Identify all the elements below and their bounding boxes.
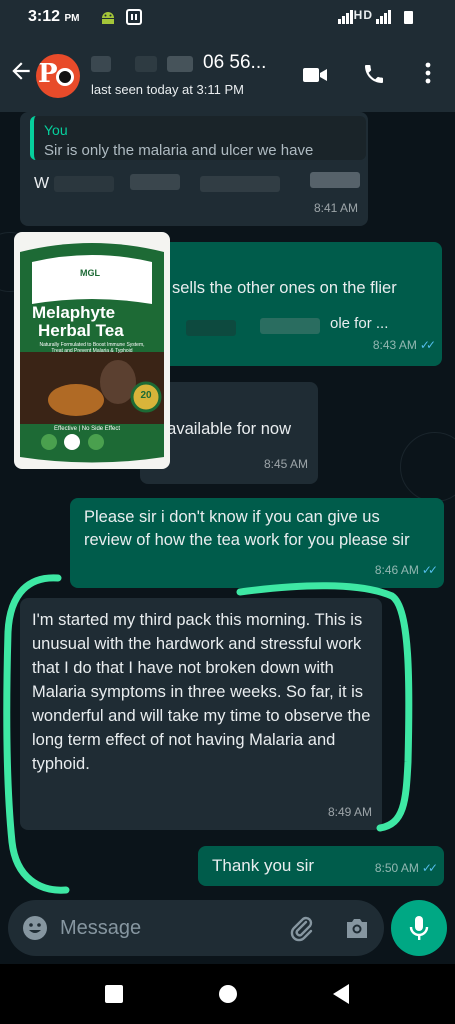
redacted-block — [310, 172, 360, 188]
mic-icon — [409, 916, 429, 940]
message-meta: 8:43 AM ✓✓ — [372, 334, 436, 357]
message-input[interactable] — [60, 914, 260, 942]
attach-icon[interactable] — [288, 914, 314, 942]
redacted-block — [135, 56, 157, 72]
sim-icon — [126, 9, 142, 25]
redacted-block — [260, 318, 320, 334]
message-text: Please sir i don't know if you can give … — [84, 508, 410, 549]
message-time: 8:45 AM — [263, 457, 308, 471]
product-brand: MGL — [80, 268, 100, 278]
status-time: 3:12 PM — [28, 8, 80, 25]
message-meta: 8:50 AM ✓✓ — [374, 857, 438, 880]
message-time: 8:41 AM — [313, 201, 358, 215]
product-title-2: Herbal Tea — [38, 321, 124, 340]
wallpaper-doodle — [400, 432, 455, 502]
status-bar: 3:12 PM HD — [0, 0, 455, 34]
product-image[interactable]: MGL Melaphyte Herbal Tea Naturally Formu… — [14, 232, 170, 469]
message-text: t available for now — [158, 420, 291, 438]
message-time: 8:49 AM — [327, 805, 372, 819]
redacted-block — [167, 56, 193, 72]
message-text: ole for ... — [330, 315, 389, 332]
back-arrow-icon[interactable] — [8, 58, 34, 84]
redacted-block — [130, 174, 180, 190]
quote-text: Sir is only the malaria and ulcer we hav… — [44, 142, 314, 159]
redacted-block — [200, 176, 280, 192]
read-ticks-icon: ✓✓ — [419, 338, 436, 352]
message-composer — [8, 900, 384, 956]
phone-icon[interactable] — [362, 62, 386, 86]
emoji-icon[interactable] — [22, 915, 48, 941]
nav-home-icon[interactable] — [219, 985, 237, 1003]
chat-area[interactable]: You Sir is only the malaria and ulcer we… — [0, 112, 455, 898]
status-notification-icons — [100, 9, 142, 25]
product-footer: Effective | No Side Effect — [54, 426, 121, 432]
avatar[interactable]: P — [36, 54, 80, 98]
hd-indicator: HD — [353, 8, 373, 22]
more-vert-icon[interactable] — [424, 62, 432, 84]
message-outgoing[interactable]: Please sir i don't know if you can give … — [70, 498, 444, 588]
contact-name[interactable]: 06 56... — [91, 52, 291, 76]
redacted-block — [91, 56, 111, 72]
avatar-ring — [56, 68, 74, 86]
system-nav-bar — [0, 964, 455, 1024]
nav-back-icon[interactable] — [331, 983, 351, 1005]
message-outgoing[interactable]: Thank you sir 8:50 AM ✓✓ — [198, 846, 444, 886]
message-text: W — [34, 175, 50, 192]
message-time: 8:43 AM — [372, 338, 417, 352]
android-icon — [102, 12, 114, 24]
last-seen-status: last seen today at 3:11 PM — [91, 82, 244, 97]
message-time: 8:50 AM — [374, 861, 419, 875]
message-incoming[interactable]: I'm started my third pack this morning. … — [20, 598, 382, 830]
signal-icon — [338, 10, 353, 24]
message-text: I'm started my third pack this morning. … — [32, 611, 371, 773]
battery-icon — [404, 11, 413, 24]
message-outgoing[interactable]: sells the other ones on the flier ole fo… — [150, 242, 442, 366]
message-text: Thank you sir — [212, 856, 315, 875]
message-incoming[interactable]: You Sir is only the malaria and ulcer we… — [20, 112, 368, 226]
message-meta: 8:46 AM ✓✓ — [374, 559, 438, 582]
message-time: 8:46 AM — [374, 563, 419, 577]
read-ticks-icon: ✓✓ — [421, 861, 438, 875]
read-ticks-icon: ✓✓ — [421, 563, 438, 577]
product-subtitle: Naturally Formulated to Boost Immune Sys… — [39, 342, 145, 354]
contact-number: 06 56... — [203, 52, 267, 73]
video-call-icon[interactable] — [302, 64, 328, 86]
redacted-block — [186, 320, 236, 336]
mic-button[interactable] — [391, 900, 447, 956]
message-text: sells the other ones on the flier — [172, 279, 397, 297]
avatar-letter: P — [38, 59, 58, 89]
quoted-message[interactable]: You Sir is only the malaria and ulcer we… — [30, 116, 366, 160]
product-title-1: Melaphyte — [32, 303, 116, 322]
signal-2-icon — [376, 10, 391, 24]
nav-recents-icon[interactable] — [105, 985, 123, 1003]
chat-header: P 06 56... last seen today at 3:11 PM — [0, 34, 455, 112]
redacted-block — [54, 176, 114, 192]
camera-icon[interactable] — [344, 916, 370, 940]
product-badge: 20 — [140, 390, 152, 401]
